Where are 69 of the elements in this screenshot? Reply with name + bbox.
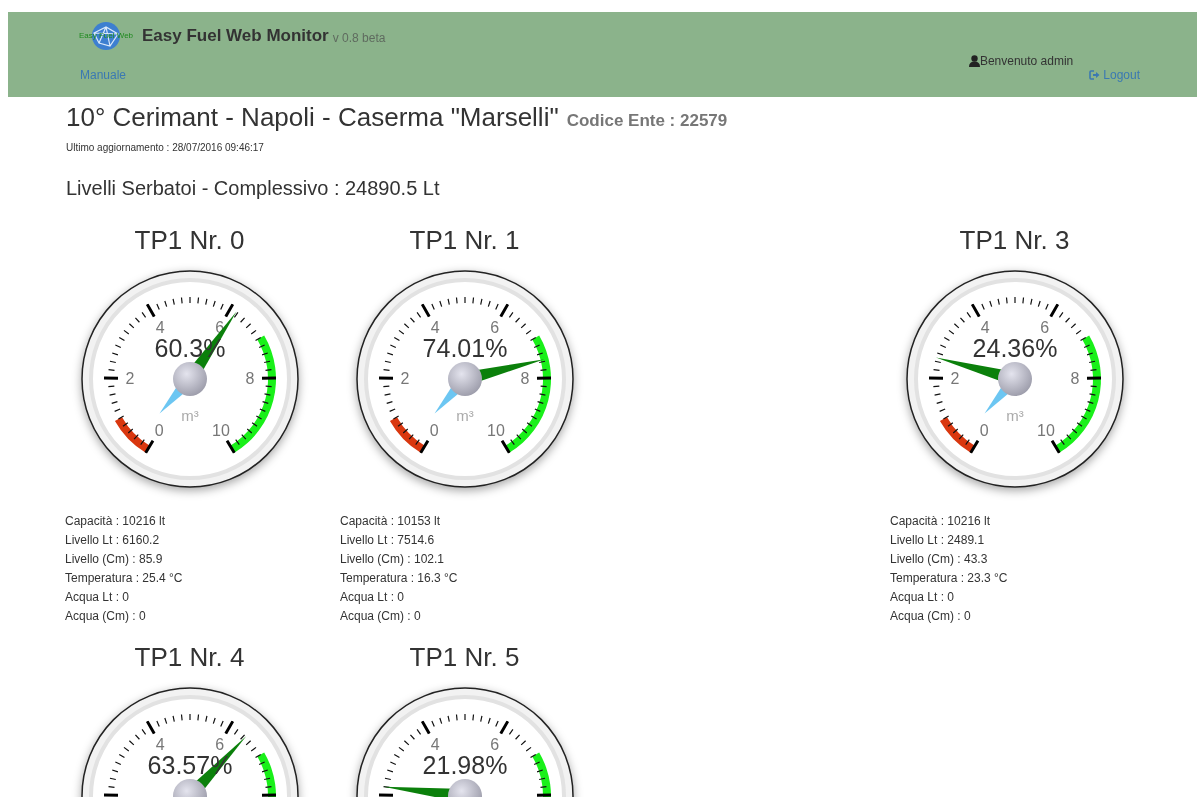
scale-label: 10 [1036,421,1055,439]
scale-label: 6 [489,735,499,753]
scale-label: 2 [125,369,134,387]
scale-label: 8 [245,369,254,387]
user-icon [968,55,980,67]
tank-detail: Livello Lt : 2489.1 [890,531,986,549]
scale-label: 8 [520,369,529,387]
scale-label: 10 [486,421,505,439]
unit-label: m³ [1005,406,1024,424]
needle-hub [997,361,1032,396]
tank-detail: Livello (Cm) : 85.9 [65,550,164,568]
logout-icon [1089,70,1101,80]
scale-label: 6 [214,735,224,753]
scale-label: 10 [211,421,230,439]
unit-label: m³ [180,406,199,424]
tank-detail: Temperatura : 25.4 °C [65,569,184,587]
percent-reading: 74.01% [422,333,507,362]
site-name: 10° Cerimant - Napoli - Caserma "Marselli" [66,101,559,133]
tank-detail: Temperatura : 16.3 °C [340,569,459,587]
low-range-band [389,416,425,453]
scale-label: 8 [1070,369,1079,387]
tank-detail: Acqua (Cm) : 0 [340,607,422,625]
welcome-text: Benvenuto admin [979,53,1074,70]
tank-detail: Livello (Cm) : 43.3 [890,550,989,568]
needle-hub [172,361,207,396]
scale-label: 2 [950,369,959,387]
tank-title: TP1 Nr. 4 [133,640,246,674]
tank-detail: Livello Lt : 7514.6 [340,531,436,549]
tank-title: TP1 Nr. 3 [958,223,1071,257]
low-range-band [939,416,975,453]
tank-detail: Acqua (Cm) : 0 [65,607,147,625]
section-title: Livelli Serbatoi - Complessivo : 24890.5 Lt [66,175,441,201]
site-code: Codice Ente : 22579 [566,110,728,132]
tank-title: TP1 Nr. 5 [408,640,521,674]
tank-detail: Acqua (Cm) : 0 [890,607,972,625]
percent-reading: 24.36% [972,333,1057,362]
percent-reading: 21.98% [422,750,507,779]
scale-label: 4 [430,735,440,753]
needle-hub [447,361,482,396]
tank-detail: Temperatura : 23.3 °C [890,569,1009,587]
logout-link[interactable]: Logout [1089,66,1140,84]
tank-detail: Acqua Lt : 0 [340,588,406,606]
tank-title: TP1 Nr. 0 [133,223,246,257]
tank-detail: Capacità : 10153 lt [340,512,442,530]
scale-label: 4 [155,735,165,753]
scale-label: 0 [979,421,989,439]
scale-label: 2 [400,369,409,387]
tank-detail: Livello Lt : 6160.2 [65,531,161,549]
tank-detail: Capacità : 10216 lt [890,512,992,530]
version-label: v 0.8 beta [332,30,386,47]
scale-label: 4 [430,318,440,336]
tank-detail: Acqua Lt : 0 [890,588,956,606]
needle-hub [172,778,207,797]
scale-label: 0 [154,421,164,439]
manual-link[interactable]: Manuale [80,66,127,84]
needle-hub [447,778,482,797]
tank-detail: Livello (Cm) : 102.1 [340,550,446,568]
unit-label: m³ [455,406,474,424]
scale-label: 6 [489,318,499,336]
scale-label: 6 [1039,318,1049,336]
scale-label: 0 [429,421,439,439]
scale-label: 4 [980,318,990,336]
scale-label: 4 [155,318,165,336]
tank-detail: Capacità : 10216 lt [65,512,167,530]
low-range-band [114,416,150,453]
tank-title: TP1 Nr. 1 [408,223,521,257]
last-update-text: Ultimo aggiornamento : 28/07/2016 09:46:17 [66,140,265,155]
tank-detail: Acqua Lt : 0 [65,588,131,606]
app-title: Easy Fuel Web Monitor [142,25,329,48]
